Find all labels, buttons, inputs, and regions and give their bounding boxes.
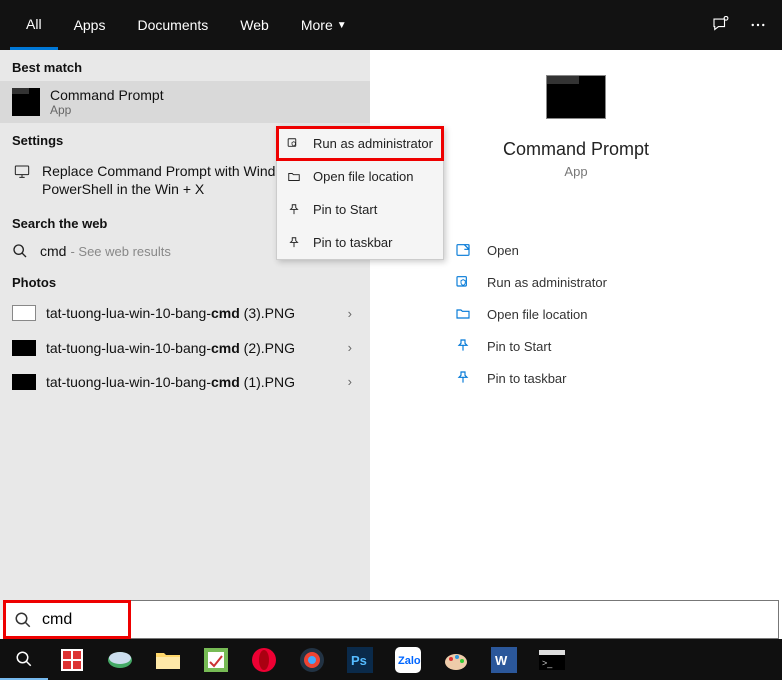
- admin-shield-icon: [455, 274, 475, 290]
- result-command-prompt[interactable]: Command Prompt App: [0, 81, 370, 123]
- tab-web[interactable]: Web: [224, 0, 285, 50]
- svg-text:Zalo: Zalo: [398, 655, 421, 667]
- preview-icon: [546, 75, 606, 119]
- ctx-pin-start[interactable]: Pin to Start: [277, 193, 443, 226]
- pin-icon: [287, 203, 305, 217]
- display-icon: [12, 164, 32, 180]
- search-filter-bar: All Apps Documents Web More▼: [0, 0, 782, 50]
- result-subtitle: App: [50, 103, 358, 117]
- taskbar-opera[interactable]: [240, 639, 288, 680]
- action-open[interactable]: Open: [455, 234, 782, 266]
- taskbar-app[interactable]: [192, 639, 240, 680]
- pin-icon: [455, 338, 475, 354]
- ctx-open-location[interactable]: Open file location: [277, 160, 443, 193]
- search-bar[interactable]: [3, 600, 779, 639]
- taskbar-search[interactable]: [0, 639, 48, 680]
- result-photo[interactable]: tat-tuong-lua-win-10-bang-cmd (3).PNG ›: [0, 296, 370, 330]
- ctx-pin-taskbar[interactable]: Pin to taskbar: [277, 226, 443, 259]
- ctx-run-admin[interactable]: Run as administrator: [277, 127, 443, 160]
- taskbar-app[interactable]: [288, 639, 336, 680]
- chevron-right-icon: ›: [342, 306, 358, 321]
- taskbar-file-explorer[interactable]: [144, 639, 192, 680]
- folder-icon: [455, 306, 475, 322]
- pin-icon: [455, 370, 475, 386]
- section-best-match: Best match: [0, 50, 370, 81]
- pin-icon: [287, 236, 305, 250]
- tab-documents[interactable]: Documents: [121, 0, 224, 50]
- svg-text:>_: >_: [542, 658, 553, 668]
- taskbar-zalo[interactable]: Zalo: [384, 639, 432, 680]
- thumbnail-icon: [12, 305, 36, 321]
- cmd-icon: [12, 88, 40, 116]
- action-run-admin[interactable]: Run as administrator: [455, 266, 782, 298]
- search-icon: [14, 611, 32, 629]
- taskbar: Ps Zalo W >_: [0, 639, 782, 680]
- section-photos: Photos: [0, 265, 370, 296]
- more-options-icon[interactable]: [749, 16, 767, 34]
- taskbar-word[interactable]: W: [480, 639, 528, 680]
- action-open-location[interactable]: Open file location: [455, 298, 782, 330]
- feedback-icon[interactable]: [711, 16, 729, 34]
- open-icon: [455, 242, 475, 258]
- taskbar-photoshop[interactable]: Ps: [336, 639, 384, 680]
- svg-text:Ps: Ps: [351, 653, 367, 668]
- chevron-right-icon: ›: [342, 340, 358, 355]
- svg-text:W: W: [495, 653, 508, 668]
- admin-shield-icon: [287, 137, 305, 151]
- result-photo[interactable]: tat-tuong-lua-win-10-bang-cmd (1).PNG ›: [0, 365, 370, 399]
- search-icon: [12, 243, 30, 259]
- tab-all[interactable]: All: [10, 0, 58, 50]
- taskbar-paint[interactable]: [432, 639, 480, 680]
- taskbar-cmd[interactable]: >_: [528, 639, 576, 680]
- tab-more[interactable]: More▼: [285, 0, 363, 50]
- action-pin-taskbar[interactable]: Pin to taskbar: [455, 362, 782, 394]
- chevron-right-icon: ›: [342, 374, 358, 389]
- taskbar-app[interactable]: [96, 639, 144, 680]
- folder-icon: [287, 170, 305, 184]
- result-title: Command Prompt: [50, 87, 358, 103]
- action-pin-start[interactable]: Pin to Start: [455, 330, 782, 362]
- tab-apps[interactable]: Apps: [58, 0, 122, 50]
- thumbnail-icon: [12, 340, 36, 356]
- taskbar-app[interactable]: [48, 639, 96, 680]
- chevron-down-icon: ▼: [337, 20, 347, 31]
- search-input[interactable]: [42, 611, 778, 629]
- thumbnail-icon: [12, 374, 36, 390]
- result-photo[interactable]: tat-tuong-lua-win-10-bang-cmd (2).PNG ›: [0, 331, 370, 365]
- context-menu: Run as administrator Open file location …: [276, 126, 444, 260]
